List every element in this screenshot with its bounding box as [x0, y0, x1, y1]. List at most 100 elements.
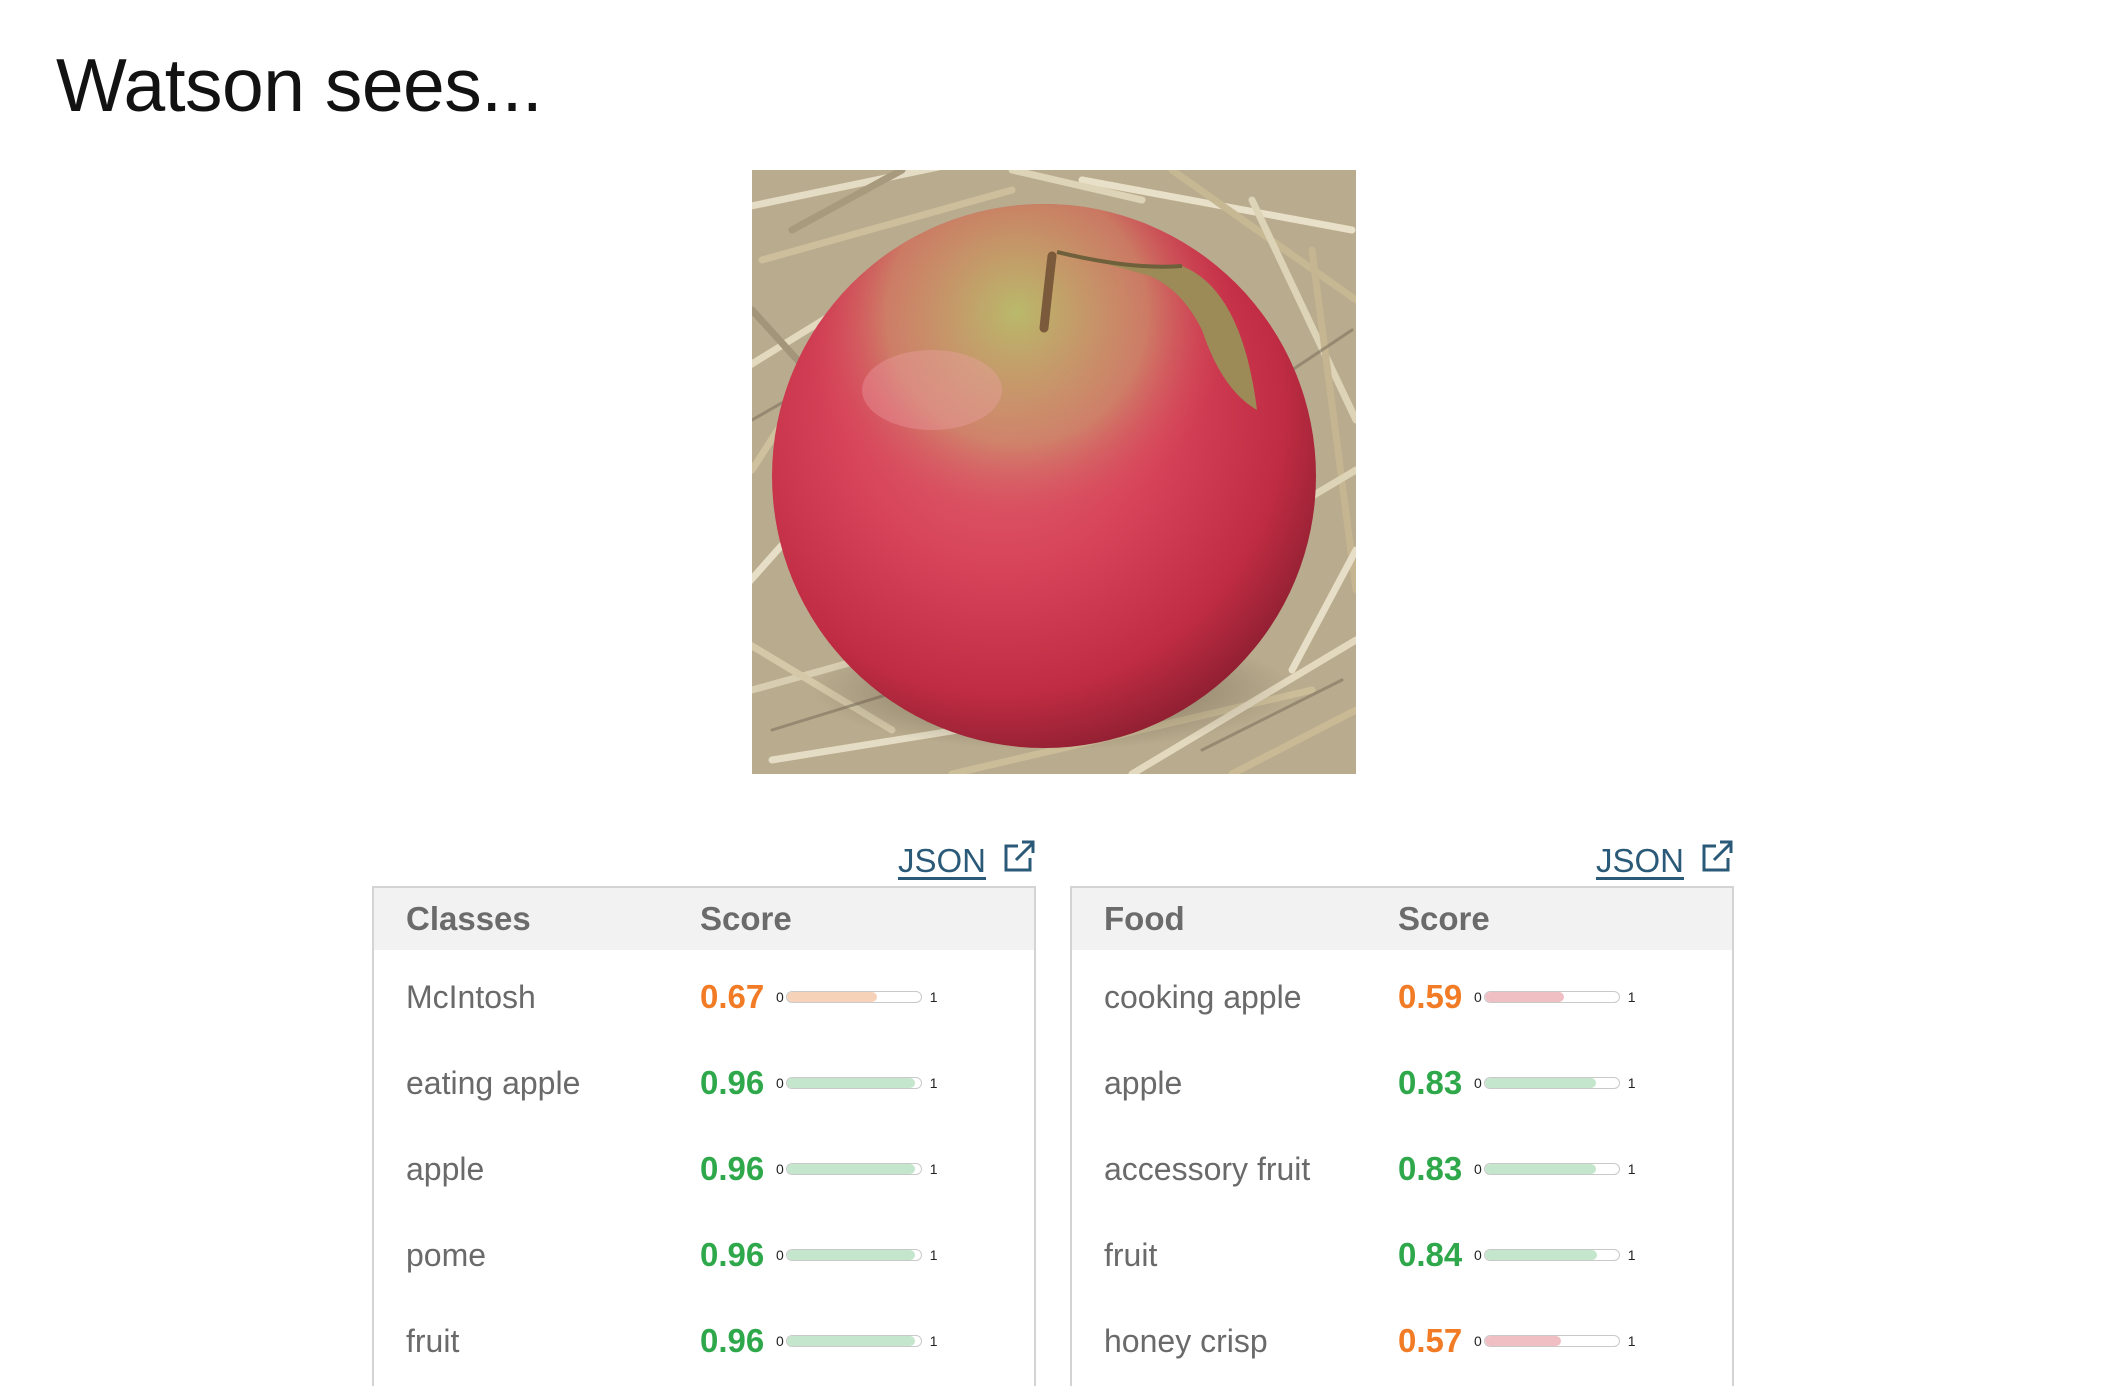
bar-max-label: 1 — [1627, 1333, 1636, 1349]
bar-max-label: 1 — [1627, 1247, 1636, 1263]
score-value: 0.96 — [700, 1150, 765, 1187]
table-rows: cooking apple 0.59 0 1 apple 0.83 0 1 accessory … — [1072, 950, 1732, 1384]
score-bar — [785, 1163, 922, 1175]
table-row: cooking apple 0.59 0 1 — [1072, 954, 1732, 1040]
bar-max-label: 1 — [929, 1161, 938, 1177]
external-link-icon[interactable] — [1002, 838, 1036, 874]
json-link[interactable]: JSON — [898, 842, 986, 880]
class-name: pome — [406, 1236, 487, 1273]
table-row: eating apple 0.96 0 1 — [374, 1040, 1034, 1126]
json-link[interactable]: JSON — [1596, 842, 1684, 880]
table-header: Food Score — [1072, 888, 1732, 950]
score-bar — [1483, 1163, 1620, 1175]
classes-table: Classes Score McIntosh 0.67 0 1 eating apple… — [372, 886, 1036, 1386]
class-name: apple — [406, 1150, 485, 1187]
bar-min-label: 0 — [776, 1247, 784, 1263]
external-link-icon[interactable] — [1700, 838, 1734, 874]
food-panel: JSON Food Score cooking apple 0.59 0 1 apple… — [1070, 832, 1734, 1386]
score-bar-fill — [786, 1250, 916, 1260]
bar-max-label: 1 — [1627, 989, 1636, 1005]
table-row: apple 0.83 0 1 — [1072, 1040, 1732, 1126]
food-table: Food Score cooking apple 0.59 0 1 apple 0.83 0… — [1070, 886, 1734, 1386]
json-link-row: JSON — [372, 832, 1036, 886]
class-name: accessory fruit — [1104, 1150, 1311, 1187]
bar-max-label: 1 — [929, 989, 938, 1005]
bar-max-label: 1 — [1627, 1161, 1636, 1177]
class-name: apple — [1104, 1064, 1183, 1101]
score-value: 0.59 — [1398, 978, 1463, 1015]
score-bar-fill — [786, 1336, 916, 1346]
json-link-row: JSON — [1070, 832, 1734, 886]
class-name: fruit — [406, 1322, 460, 1359]
table-rows: McIntosh 0.67 0 1 eating apple 0.96 0 1 apple 0.9… — [374, 950, 1034, 1384]
table-row: fruit 0.96 0 1 — [374, 1298, 1034, 1384]
table-row: McIntosh 0.67 0 1 — [374, 954, 1034, 1040]
score-cell: 0.83 0 1 — [1398, 1064, 1732, 1102]
score-bar — [785, 1335, 922, 1347]
score-cell: 0.84 0 1 — [1398, 1236, 1732, 1274]
table-header: Classes Score — [374, 888, 1034, 950]
page-title: Watson sees... — [56, 43, 543, 127]
class-name: cooking apple — [1104, 978, 1302, 1015]
bar-max-label: 1 — [929, 1247, 938, 1263]
bar-min-label: 0 — [1474, 1075, 1482, 1091]
score-value: 0.83 — [1398, 1150, 1463, 1187]
bar-min-label: 0 — [776, 1161, 784, 1177]
score-bar-fill — [786, 1164, 916, 1174]
bar-max-label: 1 — [1627, 1075, 1636, 1091]
table-row: pome 0.96 0 1 — [374, 1212, 1034, 1298]
score-bar-fill — [1484, 1164, 1597, 1174]
bar-min-label: 0 — [776, 989, 784, 1005]
score-cell: 0.96 0 1 — [700, 1322, 1034, 1360]
score-bar-fill — [1484, 1078, 1597, 1088]
bar-min-label: 0 — [1474, 1161, 1482, 1177]
column-header-classes: Classes — [406, 900, 531, 937]
score-bar — [785, 1249, 922, 1261]
score-value: 0.96 — [700, 1064, 765, 1101]
score-value: 0.83 — [1398, 1064, 1463, 1101]
score-bar — [1483, 1335, 1620, 1347]
class-name: eating apple — [406, 1064, 581, 1101]
score-cell: 0.59 0 1 — [1398, 978, 1732, 1016]
score-value: 0.84 — [1398, 1236, 1463, 1273]
bar-min-label: 0 — [1474, 989, 1482, 1005]
table-row: accessory fruit 0.83 0 1 — [1072, 1126, 1732, 1212]
score-bar — [785, 991, 922, 1003]
score-value: 0.96 — [700, 1322, 765, 1359]
score-cell: 0.96 0 1 — [700, 1236, 1034, 1274]
class-name: McIntosh — [406, 978, 536, 1015]
score-cell: 0.57 0 1 — [1398, 1322, 1732, 1360]
score-bar-fill — [1484, 1250, 1598, 1260]
score-cell: 0.96 0 1 — [700, 1064, 1034, 1102]
score-value: 0.57 — [1398, 1322, 1463, 1359]
classes-panel: JSON Classes Score McIntosh 0.67 0 1 eating … — [372, 832, 1036, 1386]
bar-max-label: 1 — [929, 1075, 938, 1091]
bar-max-label: 1 — [929, 1333, 938, 1349]
score-bar — [785, 1077, 922, 1089]
table-row: fruit 0.84 0 1 — [1072, 1212, 1732, 1298]
column-header-score: Score — [1398, 900, 1490, 937]
column-header-score: Score — [700, 900, 792, 937]
score-bar-fill — [1484, 1336, 1562, 1346]
apple-photo — [752, 170, 1356, 774]
bar-min-label: 0 — [776, 1333, 784, 1349]
score-bar-fill — [1484, 992, 1564, 1002]
class-name: honey crisp — [1104, 1322, 1268, 1359]
bar-min-label: 0 — [776, 1075, 784, 1091]
score-value: 0.67 — [700, 978, 765, 1015]
score-value: 0.96 — [700, 1236, 765, 1273]
score-bar-fill — [786, 992, 877, 1002]
table-row: honey crisp 0.57 0 1 — [1072, 1298, 1732, 1384]
score-bar — [1483, 1077, 1620, 1089]
bar-min-label: 0 — [1474, 1247, 1482, 1263]
score-bar — [1483, 1249, 1620, 1261]
column-header-food: Food — [1104, 900, 1185, 937]
score-bar — [1483, 991, 1620, 1003]
table-row: apple 0.96 0 1 — [374, 1126, 1034, 1212]
class-name: fruit — [1104, 1236, 1158, 1273]
score-cell: 0.67 0 1 — [700, 978, 1034, 1016]
score-cell: 0.83 0 1 — [1398, 1150, 1732, 1188]
bar-min-label: 0 — [1474, 1333, 1482, 1349]
score-bar-fill — [786, 1078, 916, 1088]
score-cell: 0.96 0 1 — [700, 1150, 1034, 1188]
